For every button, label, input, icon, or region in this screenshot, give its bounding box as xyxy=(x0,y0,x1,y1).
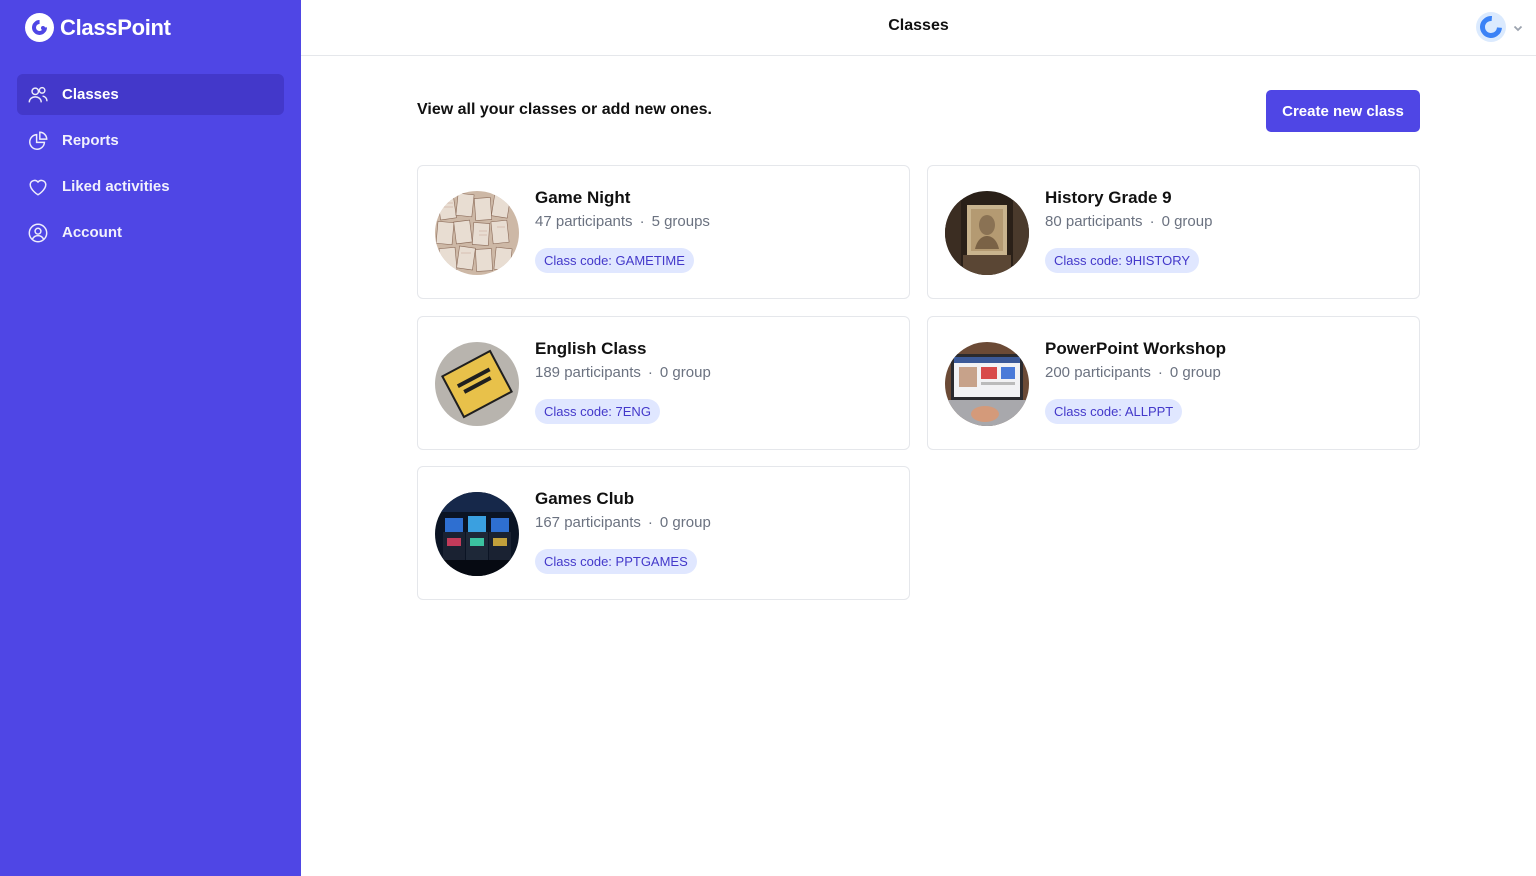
class-card-game-night[interactable]: Game Night 47 participants · 5 groups Clas… xyxy=(417,165,910,299)
class-name: Games Club xyxy=(535,489,635,508)
meta-separator: · xyxy=(1149,213,1155,230)
class-meta: 189 participants · 0 group xyxy=(535,364,711,381)
sidebar-item-label: Liked activities xyxy=(62,178,170,195)
class-name: PowerPoint Workshop xyxy=(1045,339,1227,358)
groups-count: 0 group xyxy=(659,514,711,531)
class-thumbnail xyxy=(435,191,519,275)
groups-count: 0 group xyxy=(1161,213,1213,230)
heart-icon xyxy=(26,175,50,199)
class-meta: 80 participants · 0 group xyxy=(1045,213,1212,230)
users-icon xyxy=(26,83,50,107)
user-circle-icon xyxy=(26,221,50,245)
groups-count: 0 group xyxy=(659,364,711,381)
intro-text: View all your classes or add new ones. xyxy=(417,101,712,118)
participants-count: 200 participants xyxy=(1045,364,1151,381)
sidebar-nav: Classes Reports Liked activities Account xyxy=(17,74,284,258)
sidebar-item-label: Classes xyxy=(62,86,119,103)
meta-separator: · xyxy=(647,364,653,381)
class-meta: 167 participants · 0 group xyxy=(535,514,711,531)
sidebar-item-label: Account xyxy=(62,224,122,241)
groups-count: 5 groups xyxy=(651,213,710,230)
class-thumbnail xyxy=(435,492,519,576)
meta-separator: · xyxy=(647,514,653,531)
user-menu[interactable] xyxy=(1476,12,1524,42)
participants-count: 167 participants xyxy=(535,514,641,531)
brand-name: ClassPoint xyxy=(60,14,171,40)
class-thumbnail xyxy=(945,342,1029,426)
classpoint-logo-icon xyxy=(25,13,54,42)
page-title: Classes xyxy=(888,17,949,34)
sidebar-item-reports[interactable]: Reports xyxy=(17,120,284,161)
avatar[interactable] xyxy=(1476,12,1506,42)
class-name: History Grade 9 xyxy=(1045,188,1172,207)
pie-chart-icon xyxy=(26,129,50,153)
class-name: Game Night xyxy=(535,188,631,207)
class-code-badge: Class code: GAMETIME xyxy=(535,248,694,273)
chevron-down-icon[interactable] xyxy=(1512,21,1524,33)
class-meta: 47 participants · 5 groups xyxy=(535,213,710,230)
class-meta: 200 participants · 0 group xyxy=(1045,364,1221,381)
participants-count: 189 participants xyxy=(535,364,641,381)
class-code-badge: Class code: 7ENG xyxy=(535,399,660,424)
class-card-english-class[interactable]: English Class 189 participants · 0 group C… xyxy=(417,316,910,450)
create-new-class-button[interactable]: Create new class xyxy=(1266,90,1420,132)
class-code-badge: Class code: PPTGAMES xyxy=(535,549,697,574)
class-thumbnail xyxy=(945,191,1029,275)
sidebar: ClassPoint Classes Reports Liked activit… xyxy=(0,0,301,876)
sidebar-item-classes[interactable]: Classes xyxy=(17,74,284,115)
sidebar-item-label: Reports xyxy=(62,132,119,149)
brand[interactable]: ClassPoint xyxy=(25,13,171,42)
class-card-history-grade-9[interactable]: History Grade 9 80 participants · 0 group … xyxy=(927,165,1420,299)
participants-count: 80 participants xyxy=(1045,213,1143,230)
sidebar-item-account[interactable]: Account xyxy=(17,212,284,253)
participants-count: 47 participants xyxy=(535,213,633,230)
meta-separator: · xyxy=(1157,364,1163,381)
class-name: English Class xyxy=(535,339,647,358)
meta-separator: · xyxy=(639,213,645,230)
class-thumbnail xyxy=(435,342,519,426)
groups-count: 0 group xyxy=(1169,364,1221,381)
class-card-games-club[interactable]: Games Club 167 participants · 0 group Clas… xyxy=(417,466,910,600)
sidebar-item-liked-activities[interactable]: Liked activities xyxy=(17,166,284,207)
class-code-badge: Class code: 9HISTORY xyxy=(1045,248,1200,273)
classpoint-avatar-icon xyxy=(1476,12,1506,42)
class-code-badge: Class code: ALLPPT xyxy=(1045,399,1183,424)
class-card-powerpoint-workshop[interactable]: PowerPoint Workshop 200 participants · 0 g… xyxy=(927,316,1420,450)
top-header: Classes xyxy=(301,0,1536,56)
